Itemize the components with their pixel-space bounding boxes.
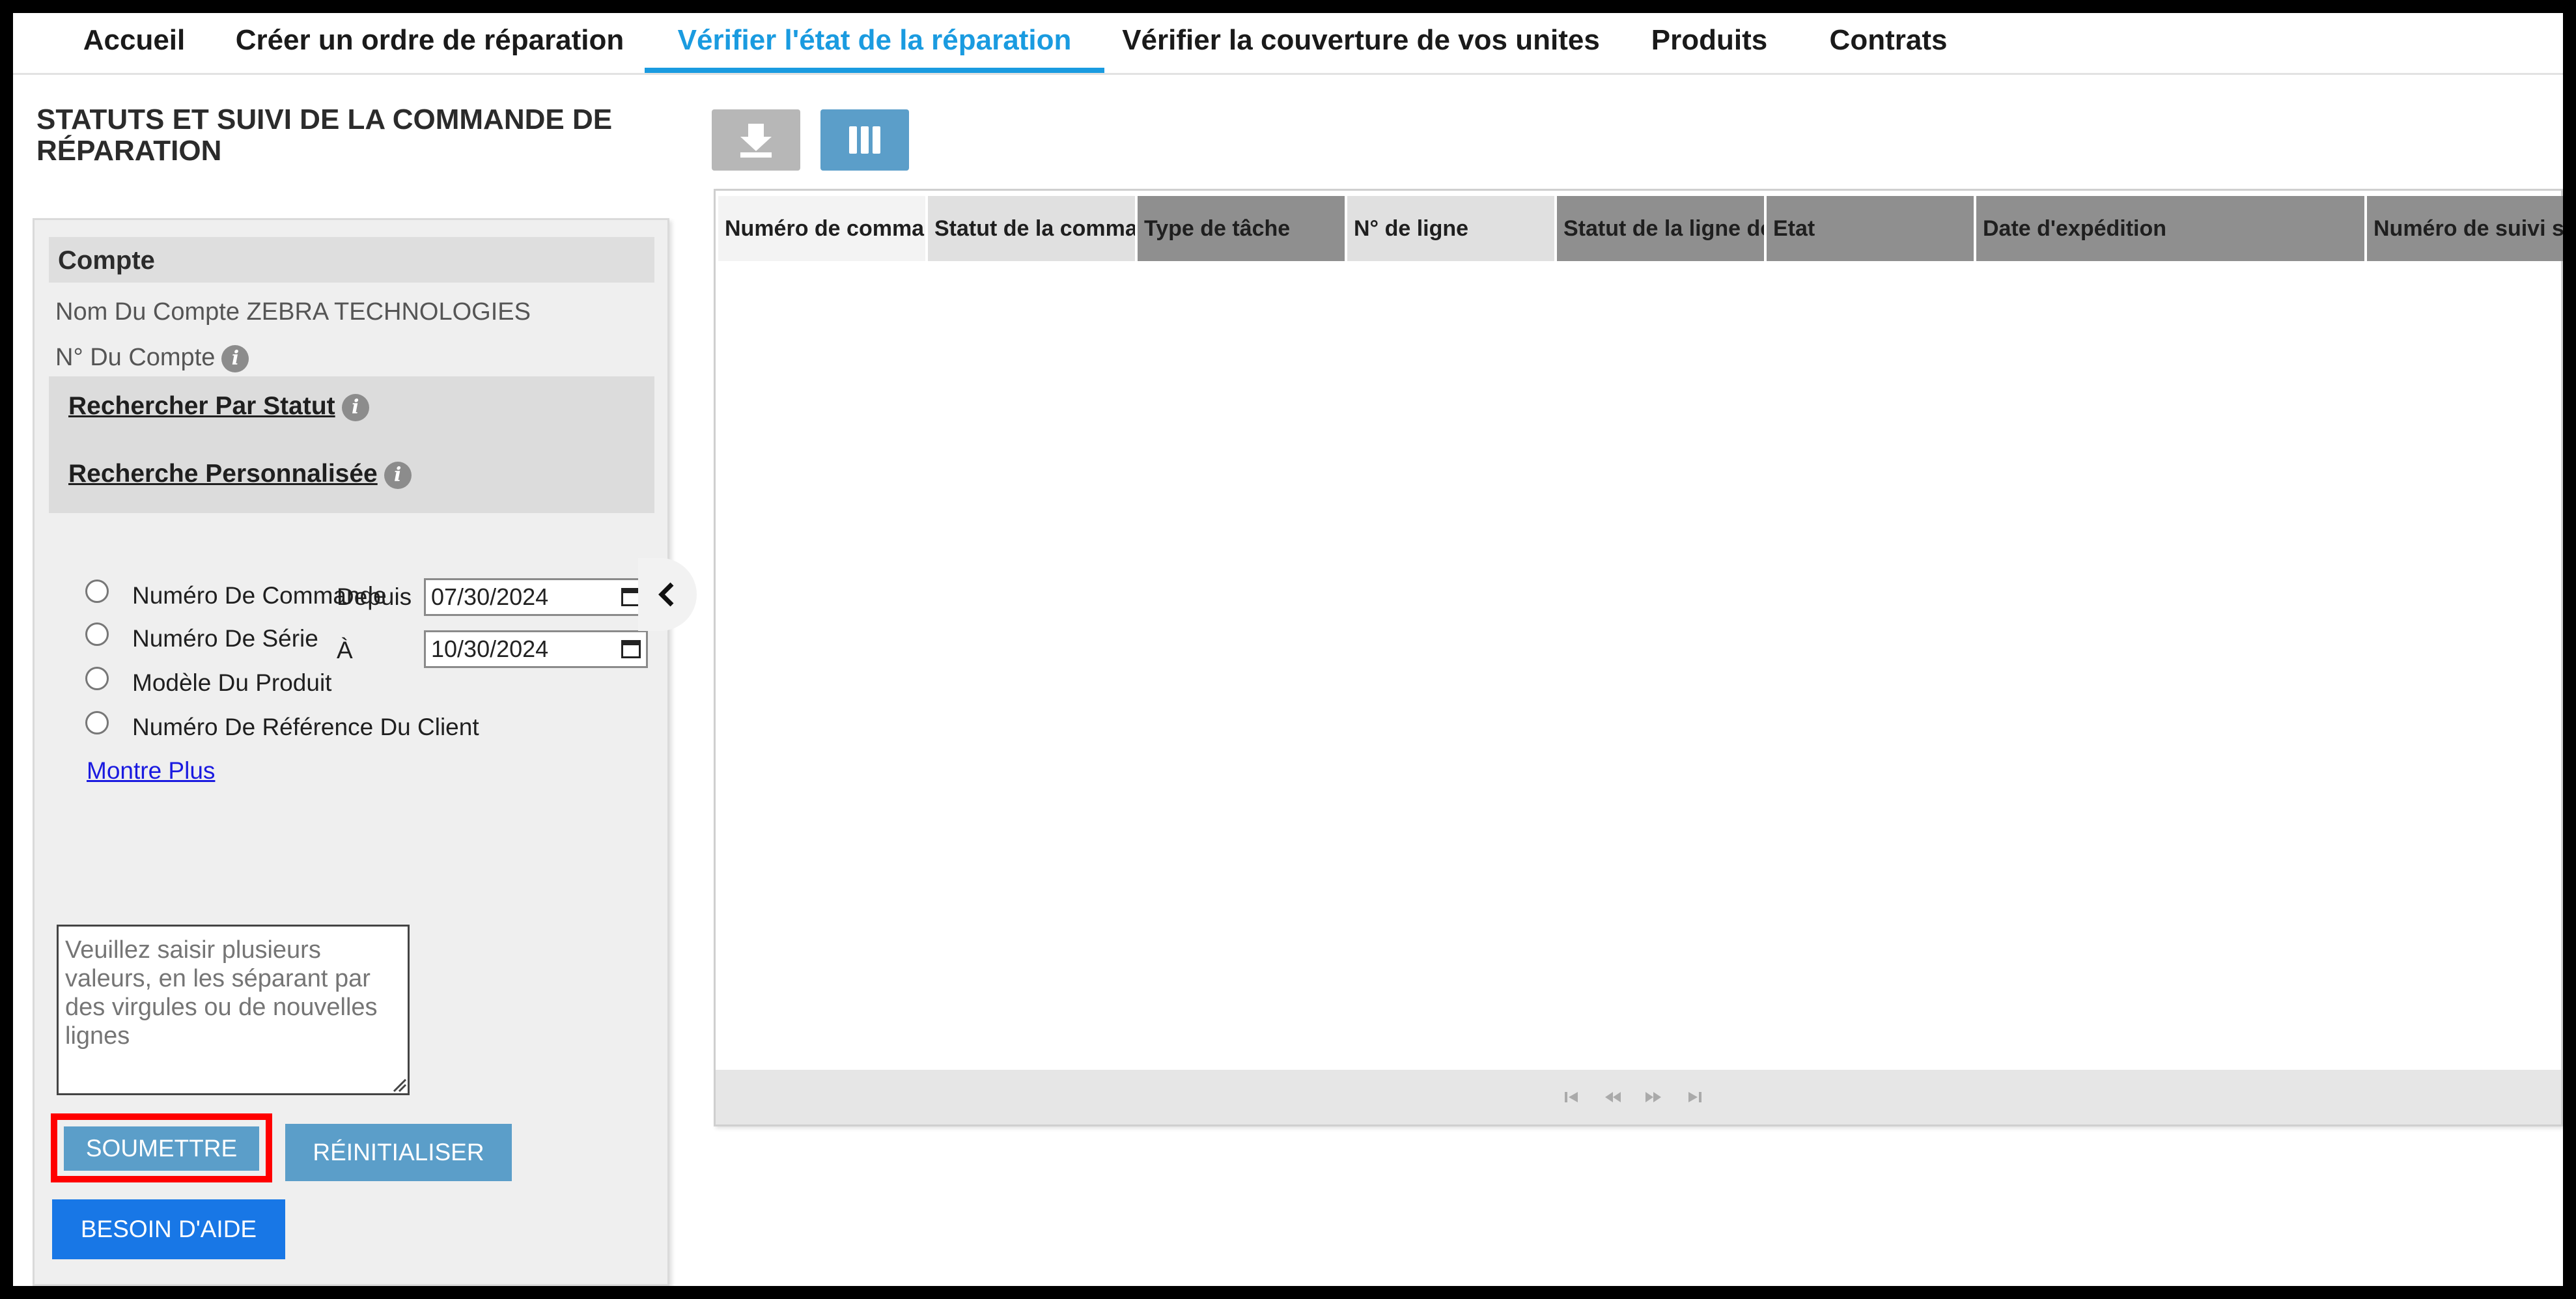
- account-number-row: N° Du Compte i: [55, 344, 249, 372]
- radio-numero-serie[interactable]: [85, 622, 109, 646]
- last-page-icon[interactable]: [1685, 1088, 1704, 1106]
- radio-reference-client[interactable]: [85, 711, 109, 734]
- columns-icon: [849, 126, 880, 154]
- first-page-icon[interactable]: [1562, 1088, 1582, 1106]
- account-section-header: Compte: [49, 237, 654, 283]
- radio-modele-produit[interactable]: [85, 667, 109, 690]
- info-icon[interactable]: i: [384, 461, 412, 489]
- radio-numero-serie-label: Numéro De Série: [132, 625, 318, 652]
- tab-verifier-couverture[interactable]: Vérifier la couverture de vos unites: [1120, 13, 1602, 73]
- account-name-row: Nom Du Compte ZEBRA TECHNOLOGIES: [55, 298, 531, 326]
- column-header-numero-suivi[interactable]: Numéro de suivi s: [2367, 196, 2563, 261]
- search-by-status-link[interactable]: Rechercher Par Statut i: [68, 392, 369, 421]
- account-name-label: Nom Du Compte: [55, 298, 240, 326]
- columns-button[interactable]: [820, 109, 909, 171]
- info-icon[interactable]: i: [341, 393, 369, 421]
- collapse-panel-handle[interactable]: [638, 558, 697, 631]
- to-date-label: À: [337, 637, 353, 663]
- column-header-type-tache[interactable]: Type de tâche: [1138, 196, 1345, 261]
- to-date-value: 10/30/2024: [431, 636, 549, 662]
- radio-numero-commande[interactable]: [85, 580, 109, 603]
- account-section-label: Compte: [58, 246, 155, 275]
- tab-verifier-etat[interactable]: Vérifier l'état de la réparation: [645, 13, 1104, 73]
- resize-grip-icon[interactable]: [391, 1077, 407, 1093]
- from-date-label: Depuis: [337, 583, 412, 610]
- grid-body: [716, 264, 2561, 1071]
- reset-button[interactable]: RÉINITIALISER: [285, 1124, 512, 1181]
- multi-value-input[interactable]: [57, 925, 410, 1095]
- column-header-etat[interactable]: Etat: [1767, 196, 1974, 261]
- tab-creer-ordre[interactable]: Créer un ordre de réparation: [228, 13, 632, 73]
- submit-button[interactable]: SOUMETTRE: [64, 1126, 259, 1171]
- tab-accueil[interactable]: Accueil: [69, 13, 199, 73]
- from-date-value: 07/30/2024: [431, 583, 549, 610]
- radio-reference-client-label: Numéro De Référence Du Client: [132, 714, 479, 740]
- page-title-line2: RÉPARATION: [36, 135, 222, 167]
- tab-contrats[interactable]: Contrats: [1823, 13, 1953, 73]
- from-date-input[interactable]: 07/30/2024: [424, 578, 648, 616]
- column-header-statut-ligne[interactable]: Statut de la ligne de: [1557, 196, 1764, 261]
- column-header-numero-ligne[interactable]: N° de ligne: [1347, 196, 1554, 261]
- tab-produits[interactable]: Produits: [1647, 13, 1771, 73]
- column-header-date-expedition[interactable]: Date d'expédition: [1976, 196, 2364, 261]
- custom-search-label: Recherche Personnalisée: [68, 460, 378, 488]
- radio-modele-produit-label: Modèle Du Produit: [132, 669, 332, 696]
- download-icon: [740, 124, 772, 158]
- calendar-icon[interactable]: [621, 640, 641, 658]
- custom-search-link[interactable]: Recherche Personnalisée i: [68, 460, 412, 489]
- column-header-numero-commande[interactable]: Numéro de commande: [718, 196, 925, 261]
- chevron-left-icon: [658, 582, 674, 607]
- search-by-status-label: Rechercher Par Statut: [68, 392, 335, 420]
- account-name-value: ZEBRA TECHNOLOGIES: [246, 298, 531, 326]
- info-icon[interactable]: i: [221, 344, 249, 372]
- search-mode-box: Rechercher Par Statut i Recherche Personn…: [49, 376, 654, 513]
- top-navigation: Accueil Créer un ordre de réparation Vér…: [13, 13, 2563, 75]
- to-date-input[interactable]: 10/30/2024: [424, 630, 648, 668]
- previous-page-icon[interactable]: [1601, 1088, 1623, 1106]
- help-button[interactable]: BESOIN D'AIDE: [52, 1199, 285, 1259]
- repair-orders-grid: Numéro de commande Statut de la commande…: [714, 189, 2563, 1126]
- page-title: STATUTS ET SUIVI DE LA COMMANDE DE RÉPAR…: [36, 104, 688, 167]
- grid-pager: [716, 1070, 2561, 1124]
- next-page-icon[interactable]: [1643, 1088, 1665, 1106]
- account-number-label: N° Du Compte: [55, 344, 216, 371]
- app-window: Accueil Créer un ordre de réparation Vér…: [13, 13, 2563, 1286]
- column-header-statut-commande[interactable]: Statut de la commande: [928, 196, 1135, 261]
- show-more-link[interactable]: Montre Plus: [87, 757, 215, 785]
- page-title-line1: STATUTS ET SUIVI DE LA COMMANDE DE: [36, 104, 613, 135]
- download-button[interactable]: [712, 109, 800, 171]
